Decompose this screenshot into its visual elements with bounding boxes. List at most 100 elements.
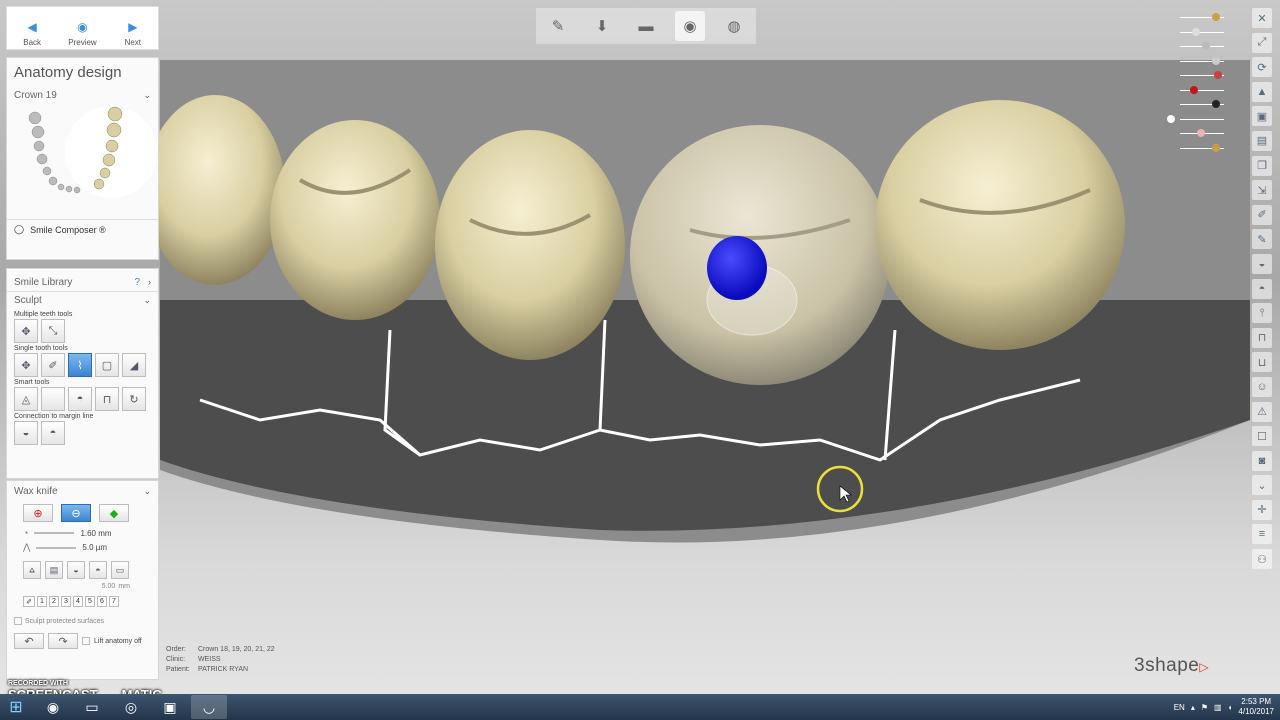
cube-icon[interactable]: ▣ <box>1252 106 1272 127</box>
implant-icon[interactable]: ⫯ <box>1252 303 1272 324</box>
screencast-icon[interactable]: ◎ <box>113 695 149 719</box>
base-tool-icon[interactable]: ▬ <box>631 11 661 41</box>
copy-icon[interactable]: ❐ <box>1252 155 1272 176</box>
back-button[interactable]: ◀ Back <box>12 20 52 47</box>
slider-row[interactable] <box>1162 97 1232 112</box>
move-tool-icon[interactable]: ✥ <box>14 353 38 377</box>
draw-tool-icon[interactable]: ✎ <box>543 11 573 41</box>
download-tool-icon[interactable]: ⬇ <box>587 11 617 41</box>
next-button[interactable]: ▶ Next <box>113 20 153 47</box>
language-indicator[interactable]: EN <box>1174 703 1185 712</box>
camera-icon[interactable]: ◙ <box>1252 450 1272 471</box>
smart-contact-tool-icon[interactable]: ◓ <box>68 387 92 411</box>
layers-icon[interactable]: ▤ <box>1252 130 1272 151</box>
sculpt-protected-checkbox[interactable]: Sculpt protected surfaces <box>7 611 158 627</box>
slider-row[interactable] <box>1162 112 1232 127</box>
number-button[interactable]: 5 <box>85 596 95 607</box>
thickness-field[interactable]: 5.00 mm <box>7 581 158 592</box>
help-icon[interactable]: ? <box>134 277 140 288</box>
remove-wax-button[interactable]: ⊖ <box>61 504 91 522</box>
shape-d-icon[interactable]: ◓ <box>89 561 107 579</box>
face-icon[interactable]: ☺ <box>1252 376 1272 397</box>
size-slider[interactable]: ◔ 1.60 mm <box>7 526 158 540</box>
slider-row[interactable] <box>1162 54 1232 69</box>
smile-library-header[interactable]: Smile Library? › <box>7 269 158 291</box>
smooth-tool-icon[interactable]: ◢ <box>122 353 146 377</box>
shape-a-icon[interactable]: ⩠ <box>23 561 41 579</box>
tooth-white-icon[interactable]: ◓ <box>1252 278 1272 299</box>
step-slider-track[interactable] <box>36 546 77 549</box>
wax-knife-header[interactable]: Wax knife ⌄ <box>7 481 158 500</box>
chevron-down-icon[interactable]: ⌄ <box>1252 475 1272 496</box>
undo-button[interactable]: ↶ <box>14 633 44 649</box>
smile-composer[interactable]: ◯ Smile Composer ® <box>7 219 158 239</box>
number-button[interactable]: 2 <box>49 596 59 607</box>
network-icon[interactable]: ▥ <box>1214 703 1222 712</box>
warning-icon[interactable]: ⚠ <box>1252 401 1272 422</box>
flag-icon[interactable]: ⚑ <box>1201 703 1208 712</box>
step-slider[interactable]: ⋀ 5.0 µm <box>7 540 158 555</box>
number-button[interactable]: 6 <box>97 596 107 607</box>
slider-row[interactable] <box>1162 126 1232 141</box>
checkbox-icon[interactable] <box>14 617 22 625</box>
tooth-tool-icon[interactable]: ◉ <box>675 11 705 41</box>
brush-icon[interactable]: ✐ <box>23 596 35 607</box>
smooth-wax-button[interactable]: ◆ <box>99 504 129 522</box>
connect-margin-tool-2-icon[interactable]: ◓ <box>41 421 65 445</box>
volume-icon[interactable]: ◖ <box>1228 703 1233 712</box>
pen-icon[interactable]: ✎ <box>1252 229 1272 250</box>
smart-blank-tool-icon[interactable] <box>41 387 65 411</box>
clock[interactable]: 2:53 PM 4/10/2017 <box>1238 697 1274 717</box>
wax-knife-tool-icon[interactable]: ⌇ <box>68 353 92 377</box>
bracket-icon[interactable]: ⊓ <box>1252 327 1272 348</box>
smart-adapt-tool-icon[interactable]: ◬ <box>14 387 38 411</box>
multi-teeth-tool-icon[interactable]: ✥ <box>14 319 38 343</box>
shape-e-icon[interactable]: ▭ <box>111 561 129 579</box>
close-icon[interactable]: ✕ <box>1252 8 1272 28</box>
slider-row[interactable] <box>1162 39 1232 54</box>
3d-viewport[interactable]: ✎ ⬇ ▬ ◉ ◍ ✕ ⤢ ⟳ ▲ ▣ ▤ ❐ ⇲ ✐ ✎ ◒ ◓ ⫯ ⊓ ⊔ … <box>0 0 1280 694</box>
add-wax-button[interactable]: ⊕ <box>23 504 53 522</box>
slider-row[interactable] <box>1162 141 1232 156</box>
dental-scene[interactable] <box>0 0 1280 694</box>
slider-row[interactable] <box>1162 25 1232 40</box>
start-button[interactable]: ⊞ <box>0 694 32 720</box>
crosshair-icon[interactable]: ✛ <box>1252 499 1272 520</box>
smart-frame-tool-icon[interactable]: ⊓ <box>95 387 119 411</box>
fullscreen-icon[interactable]: ⤢ <box>1252 32 1272 53</box>
brush-tool-icon[interactable]: ✐ <box>41 353 65 377</box>
checkbox-icon[interactable]: ☐ <box>1252 426 1272 447</box>
multi-brush-tool-icon[interactable]: ⤡ <box>41 319 65 343</box>
export-icon[interactable]: ⇲ <box>1252 180 1272 201</box>
cap-tool-icon[interactable]: ▢ <box>95 353 119 377</box>
number-button[interactable]: 7 <box>109 596 119 607</box>
globe-tool-icon[interactable]: ◍ <box>719 11 749 41</box>
settings-icon[interactable]: ≡ <box>1252 524 1272 545</box>
preview-button[interactable]: ◉ Preview <box>62 20 102 47</box>
number-button[interactable]: 1 <box>37 596 47 607</box>
slider-row[interactable] <box>1162 10 1232 25</box>
connect-margin-tool-icon[interactable]: ◒ <box>14 421 38 445</box>
folder-icon[interactable]: ▭ <box>74 695 110 719</box>
bridge-icon[interactable]: ⊔ <box>1252 352 1272 373</box>
graduation-cap-icon[interactable]: ▲ <box>1252 81 1272 102</box>
app-icon[interactable]: ▣ <box>152 695 188 719</box>
tooth-gold-icon[interactable]: ◒ <box>1252 253 1272 274</box>
number-button[interactable]: 3 <box>61 596 71 607</box>
slider-row[interactable] <box>1162 68 1232 83</box>
dental-chart[interactable] <box>7 104 157 214</box>
shape-c-icon[interactable]: ◒ <box>67 561 85 579</box>
size-slider-track[interactable] <box>34 532 75 534</box>
people-icon[interactable]: ⚇ <box>1252 549 1272 570</box>
tray-arrow-icon[interactable]: ▴ <box>1191 703 1195 712</box>
number-button[interactable]: 4 <box>73 596 83 607</box>
redo-button[interactable]: ↷ <box>48 633 78 649</box>
crown-selector[interactable]: Crown 19 ⌄ <box>7 87 158 104</box>
dental-app-icon[interactable]: ◡ <box>191 695 227 719</box>
sculpt-header[interactable]: Sculpt ⌄ <box>7 291 158 309</box>
shape-b-icon[interactable]: ▤ <box>45 561 63 579</box>
lift-anatomy-checkbox[interactable] <box>82 637 90 645</box>
rotate-icon[interactable]: ⟳ <box>1252 57 1272 78</box>
chrome-icon[interactable]: ◉ <box>35 695 71 719</box>
slider-row[interactable] <box>1162 83 1232 98</box>
